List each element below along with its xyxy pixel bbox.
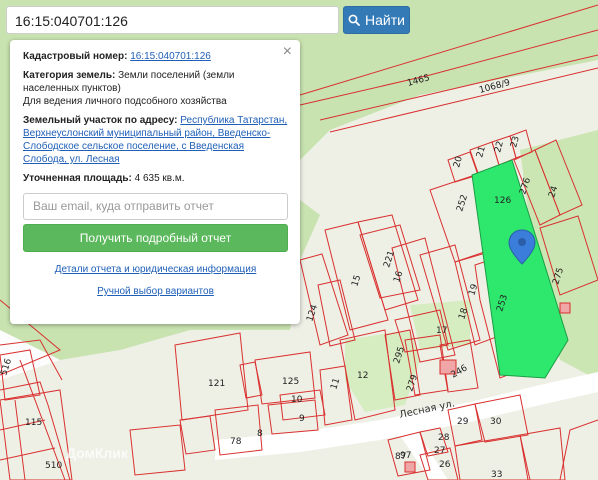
plot-number-label: 510 bbox=[45, 461, 62, 471]
plot-number-label: 87 bbox=[395, 452, 406, 462]
land-category-row: Категория земель: Земли поселений (земли… bbox=[23, 69, 288, 108]
get-report-button[interactable]: Получить подробный отчет bbox=[23, 224, 288, 252]
address-row: Земельный участок по адресу: Республика … bbox=[23, 114, 288, 166]
area-row: Уточненная площадь: 4 635 кв.м. bbox=[23, 172, 288, 185]
permitted-use: Для ведения личного подсобного хозяйства bbox=[23, 96, 227, 107]
manual-selection-link[interactable]: Ручной выбор вариантов bbox=[97, 286, 214, 297]
search-input[interactable]: 16:15:040701:126 bbox=[6, 6, 339, 34]
plot-number-label: 125 bbox=[282, 377, 299, 387]
area-label: Уточненная площадь: bbox=[23, 173, 132, 184]
cadastral-number-label: Кадастровый номер: bbox=[23, 51, 128, 62]
find-button-label: Найти bbox=[365, 12, 405, 28]
search-icon bbox=[348, 14, 360, 26]
area-value: 4 635 кв.м. bbox=[134, 173, 185, 184]
find-button[interactable]: Найти bbox=[343, 6, 410, 34]
plot-number-label: 30 bbox=[490, 417, 502, 427]
plot-number-label: 12 bbox=[357, 371, 368, 381]
plot-number-label: 28 bbox=[438, 433, 450, 443]
plot-number-label: 26 bbox=[439, 460, 451, 470]
email-field[interactable]: Ваш email, куда отправить отчет bbox=[23, 193, 288, 220]
watermark-brand: ДомКлик bbox=[66, 445, 129, 461]
plot-number-label: 17 bbox=[436, 326, 447, 336]
plot-number-label: 29 bbox=[457, 417, 469, 427]
close-icon[interactable]: × bbox=[283, 44, 292, 60]
plot-info-card: × Кадастровый номер: 16:15:040701:126 Ка… bbox=[10, 40, 300, 324]
plot-number-label: 78 bbox=[230, 437, 242, 447]
plot-number-label: 27 bbox=[434, 446, 445, 456]
cadastral-number-row: Кадастровый номер: 16:15:040701:126 bbox=[23, 50, 288, 63]
address-label: Земельный участок по адресу: bbox=[23, 115, 178, 126]
land-category-label: Категория земель: bbox=[23, 70, 116, 81]
plot-number-label: 8 bbox=[257, 429, 263, 439]
plot-number-label: 9 bbox=[299, 414, 305, 424]
cadastral-number-link[interactable]: 16:15:040701:126 bbox=[130, 51, 211, 62]
selected-plot-label: 126 bbox=[494, 196, 511, 206]
report-details-link[interactable]: Детали отчета и юридическая информация bbox=[55, 264, 257, 275]
plot-number-label: 121 bbox=[208, 379, 225, 389]
plot-number-label: 115 bbox=[25, 418, 42, 428]
plot-number-label: 33 bbox=[491, 470, 502, 480]
plot-number-label: 10 bbox=[291, 395, 303, 405]
